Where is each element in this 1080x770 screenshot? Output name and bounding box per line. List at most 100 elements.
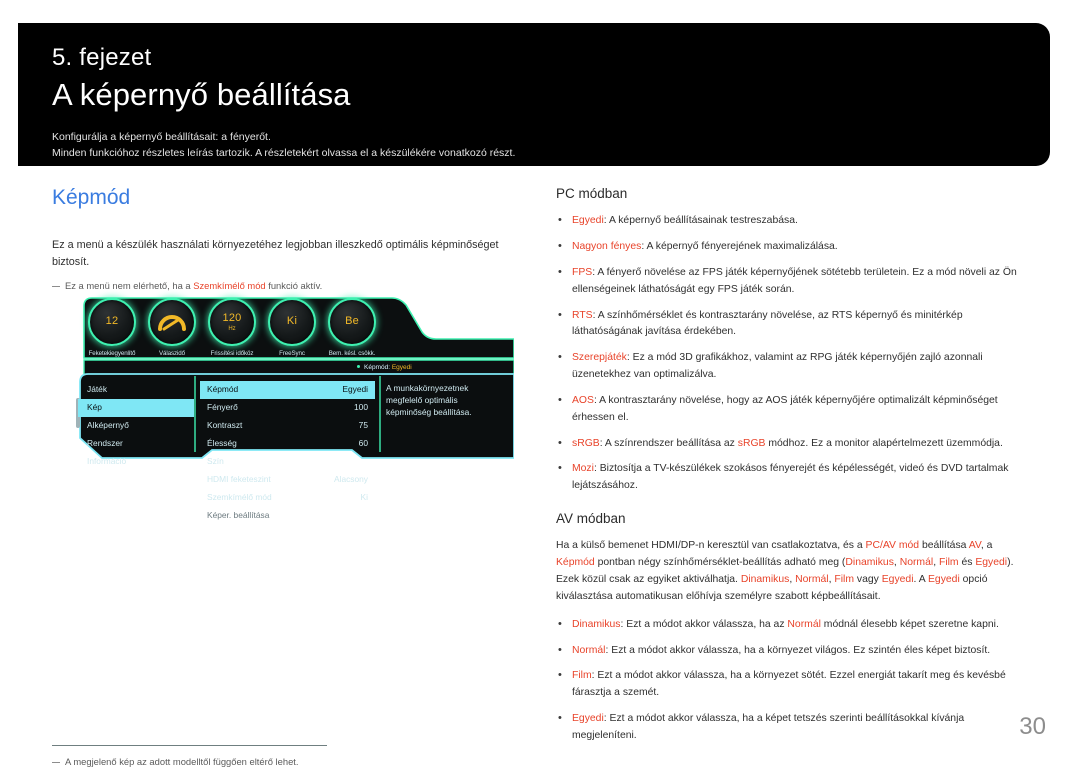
gauge-icon [158,315,186,331]
av-a9: Normál [795,574,829,586]
osd-row-kontraszt[interactable]: Kontraszt 75 [200,417,375,435]
osd-dial-4: Be [328,298,376,346]
osd-row-keper-beallitasa-label: Képer. beállítása [207,510,270,521]
sub-heading-pc-modban: PC módban [556,186,628,201]
list-item-text: : A képernyő beállításainak testreszabás… [603,215,798,227]
list-item: Normál: Ezt a módot akkor válassza, ha a… [556,642,1026,660]
list-item-text: : Ez a mód 3D grafikákhoz, valamint az R… [572,352,983,381]
chapter-header-bar: 5. fejezet A képernyő beállítása Konfigu… [18,23,1050,166]
av-a8: Dinamikus [740,574,790,586]
list-item: AOS: A kontrasztarány növelése, hogy az … [556,392,1026,427]
osd-mode-tag-label: Képmód: [364,364,391,371]
av-a3: Képmód [556,557,595,569]
av-intro-paragraph: Ha a külső bemenet HDMI/DP-n keresztül v… [556,538,1026,605]
list-item: Szerepjáték: Ez a mód 3D grafikákhoz, va… [556,349,1026,384]
term-film: Film [572,670,592,682]
pc-mode-list: Egyedi: A képernyő beállításainak testre… [556,212,1026,495]
av-t4: pontban négy színhőmérséklet-beállítás a… [594,557,846,569]
osd-row-szemkimelo-mod-value: Ki [360,492,368,503]
osd-dial-1 [148,298,196,346]
osd-row-kepmod-value: Egyedi [342,384,368,395]
chapter-description-line-1: Konfigurálja a képernyő beállításait: a … [52,131,271,144]
av-a12: Egyedi [927,574,960,586]
av-a4: Dinamikus [845,557,894,569]
intro-paragraph: Ez a menü a készülék használati környeze… [52,239,499,269]
osd-row-szin[interactable]: Szín [200,453,375,471]
osd-dial-0: 12 [88,298,136,346]
list-item-text: : A színhőmérséklet és kontrasztarány nö… [572,309,963,338]
osd-row-elesseg[interactable]: Élesség 60 [200,435,375,453]
osd-description-pane: A munkakörnyezetnek megfelelő optimális … [386,383,472,418]
list-item-text: : Ezt a módot akkor válassza, ha a körny… [605,644,991,656]
osd-row-hdmi-feketeszint[interactable]: HDMI feketeszint Alacsony [200,471,375,489]
av-t2: beállítása [919,540,969,552]
left-column: Képmód Ez a menü a készülék használati k… [52,186,522,520]
osd-dial-2-value: 120 [222,311,242,324]
osd-row-szemkimelo-mod-label: Szemkímélő mód [207,492,272,503]
osd-dial-2-unit: Hz [228,325,236,332]
osd-nav-item-informacio[interactable]: Információ [78,453,194,471]
list-item: Nagyon fényes: A képernyő fényerejének m… [556,238,1026,256]
osd-row-keper-beallitasa: Képer. beállítása [200,507,375,525]
right-column: PC módban Egyedi: A képernyő beállításai… [556,186,1026,754]
list-item-text: : Ezt a módot akkor válassza, ha a képet… [572,713,965,741]
page-number: 30 [1019,713,1046,740]
list-item-text: : A színrendszer beállítása az [599,437,738,449]
term-srgb: sRGB [572,437,600,449]
model-note-block: A megjelenő kép az adott modelltől függő… [52,745,382,770]
model-note-text: A megjelenő kép az adott modelltől függő… [65,756,299,767]
osd-illustration: 12 120 Hz Ki Be Feketekiegyenlítő Válasz… [62,292,514,532]
av-t12: . A [913,574,928,586]
osd-row-szemkimelo-mod[interactable]: Szemkímélő mód Ki [200,489,375,507]
osd-nav-item-alkepernyo[interactable]: Alképernyő [78,417,194,435]
av-a7: Egyedi [975,557,1008,569]
osd-dial-2: 120 Hz [208,298,256,346]
list-item-text: : Ezt a módot akkor válassza, ha az [620,618,788,630]
list-item: sRGB: A színrendszer beállítása az sRGB … [556,435,1026,453]
av-t1: Ha a külső bemenet HDMI/DP-n keresztül v… [556,540,866,552]
av-t11: vagy [854,574,882,586]
osd-row-hdmi-feketeszint-label: HDMI feketeszint [207,474,271,485]
osd-nav-item-kep[interactable]: Kép [78,399,194,418]
av-t3: , a [980,540,993,552]
av-a2: AV [968,540,981,552]
osd-nav-list: Játék Kép Alképernyő Rendszer Információ [78,381,194,471]
list-item-text-2: módnál élesebb képet szeretne kapni. [820,618,999,630]
chapter-description-line-2: Minden funkcióhoz részletes leírás tarto… [52,147,516,160]
list-item-text-2: módhoz. Ez a monitor alapértelmezett üze… [765,437,1003,449]
note-text-post: funkció aktív. [265,279,323,291]
list-item: Egyedi: A képernyő beállításainak testre… [556,212,1026,230]
note-text-pre: Ez a menü nem elérhető, ha a [65,279,194,291]
term-egyedi-av: Egyedi [572,713,604,725]
term-nagyon-fenyes: Nagyon fényes [572,241,642,253]
osd-row-kepmod[interactable]: Képmód Egyedi [200,381,375,400]
osd-nav-item-jatek[interactable]: Játék [78,381,194,399]
list-item: Dinamikus: Ezt a módot akkor válassza, h… [556,616,1026,634]
osd-row-fenyero-label: Fényerő [207,402,238,413]
sub-heading-av-modban: AV módban [556,511,626,527]
section-heading-kepmod: Képmód [52,186,131,209]
osd-dial-3: Ki [268,298,316,346]
list-item-text: : A kontrasztarány növelése, hogy az AOS… [572,394,998,423]
osd-nav-item-rendszer[interactable]: Rendszer [78,435,194,453]
av-a1: PC/AV mód [865,540,920,552]
av-a10: Film [834,574,855,586]
list-item-text: : Biztosítja a TV-készülékek szokásos fé… [572,463,1009,492]
term-normal: Normál [572,644,606,656]
chapter-number: 5. fejezet [52,44,152,71]
osd-row-kontraszt-label: Kontraszt [207,420,243,431]
list-item: RTS: A színhőmérséklet és kontrasztarány… [556,307,1026,342]
list-item: FPS: A fényerő növelése az FPS játék kép… [556,264,1026,299]
chapter-description: Konfigurálja a képernyő beállításait: a … [52,129,1050,162]
divider [52,745,327,746]
list-item-text: : Ezt a módot akkor válassza, ha a körny… [572,670,1006,699]
bullet-dot-icon [357,365,360,368]
term-rts: RTS [572,309,593,321]
av-mode-list: Dinamikus: Ezt a módot akkor válassza, h… [556,616,1026,745]
model-note: A megjelenő kép az adott modelltől függő… [52,755,382,770]
osd-row-fenyero[interactable]: Fényerő 100 [200,399,375,417]
term-szerepjatek: Szerepjáték [572,352,627,364]
list-item-text: : A fényerő növelése az FPS játék képern… [572,266,1017,295]
osd-row-elesseg-value: 60 [358,438,368,449]
list-item: Egyedi: Ezt a módot akkor válassza, ha a… [556,710,1026,745]
